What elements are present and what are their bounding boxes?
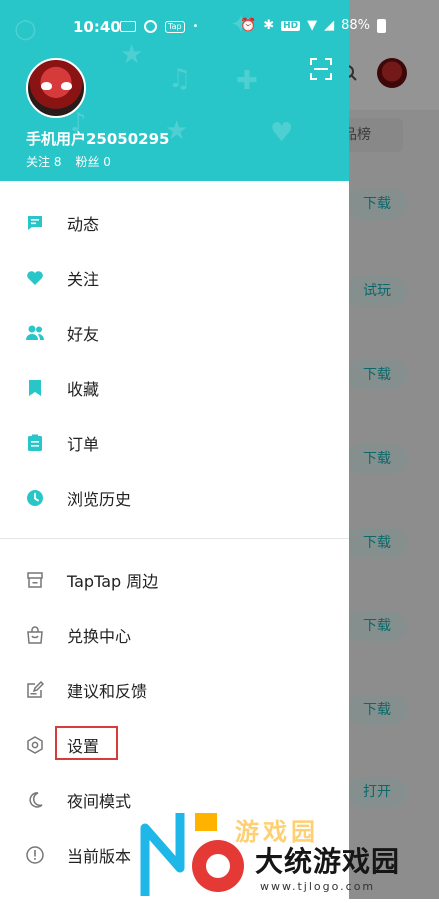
clipboard-icon xyxy=(25,433,45,453)
following-count[interactable]: 关注 8 xyxy=(26,153,61,170)
menu-item-label: 动态 xyxy=(67,214,100,234)
status-bar: 10:40 Tap • ⏰ ✱ HD ▼ ◢ 88% xyxy=(0,0,439,56)
menu-divider xyxy=(0,538,349,539)
menu-item-feed[interactable]: 动态 xyxy=(0,195,349,250)
menu-item-redeem[interactable]: 兑换中心 xyxy=(0,607,349,662)
status-left-icons: Tap • xyxy=(120,20,198,33)
info-icon xyxy=(25,845,45,865)
moon-icon xyxy=(25,790,45,810)
heart-icon xyxy=(25,268,45,288)
menu-item-settings[interactable]: 设置 xyxy=(0,717,349,772)
store-icon xyxy=(25,570,45,590)
bookmark-icon xyxy=(25,378,45,398)
status-right-icons: ⏰ ✱ HD ▼ ◢ 88% xyxy=(240,18,387,33)
menu-item-orders[interactable]: 订单 xyxy=(0,415,349,470)
menu-item-label: 当前版本 xyxy=(67,846,132,866)
menu-item-history[interactable]: 浏览历史 xyxy=(0,470,349,525)
menu-item-label: 关注 xyxy=(67,269,100,289)
avatar-eye xyxy=(61,82,72,90)
dot-icon: • xyxy=(192,21,199,32)
battery-icon xyxy=(377,18,387,33)
clock-icon xyxy=(25,488,45,508)
menu-item-label: 收藏 xyxy=(67,379,100,399)
bluetooth-icon: ✱ xyxy=(263,18,275,33)
menu-item-label: 建议和反馈 xyxy=(67,681,148,701)
menu-item-favorites[interactable]: 收藏 xyxy=(0,360,349,415)
decor-heart-icon: ♥ xyxy=(270,118,294,148)
menu-item-label: 浏览历史 xyxy=(67,489,132,509)
menu-item-merch[interactable]: TapTap 周边 xyxy=(0,552,349,607)
settings-icon xyxy=(25,735,45,755)
hd-badge: HD xyxy=(281,20,301,31)
battery-percent: 88% xyxy=(341,18,371,33)
menu-item-label: 订单 xyxy=(67,434,100,454)
menu-item-following[interactable]: 关注 xyxy=(0,250,349,305)
watermark: 游戏园 大统游戏园 www.tjlogo.com xyxy=(140,808,439,899)
alarm-icon: ⏰ xyxy=(240,18,257,33)
user-stats: 关注 8 粉丝 0 xyxy=(26,153,111,170)
decor-note-icon: ♫ xyxy=(168,64,192,94)
navigation-drawer: ○ ★ ♫ ✚ ♪ ★ ♥ ✦ 手机用户25050295 关注 8 粉丝 0 动… xyxy=(0,0,349,899)
message-icon xyxy=(25,213,45,233)
fans-count[interactable]: 粉丝 0 xyxy=(75,153,110,170)
menu-item-label: TapTap 周边 xyxy=(67,571,159,591)
wifi-icon: ▼ xyxy=(307,18,318,33)
watermark-text: 大统游戏园 xyxy=(255,845,401,878)
friends-icon xyxy=(25,323,45,343)
tap-badge: Tap xyxy=(165,20,185,33)
signal-icon: ◢ xyxy=(324,18,335,33)
menu-item-friends[interactable]: 好友 xyxy=(0,305,349,360)
watermark-logo xyxy=(140,813,244,896)
avatar[interactable] xyxy=(26,58,86,118)
settings-highlight-box xyxy=(55,726,118,760)
avatar-eye xyxy=(41,82,52,90)
menu-item-feedback[interactable]: 建议和反馈 xyxy=(0,662,349,717)
menu-item-label: 兑换中心 xyxy=(67,626,132,646)
watermark-url: www.tjlogo.com xyxy=(260,880,376,893)
menu-item-label: 好友 xyxy=(67,324,100,344)
menu-item-label: 夜间模式 xyxy=(67,791,132,811)
record-icon xyxy=(144,20,157,33)
bag-icon xyxy=(25,625,45,645)
scan-icon[interactable] xyxy=(310,58,332,80)
status-time: 10:40 xyxy=(73,18,121,36)
notification-icon xyxy=(120,21,136,32)
decor-gamepad-icon: ✚ xyxy=(236,66,258,96)
user-name[interactable]: 手机用户25050295 xyxy=(26,128,170,149)
edit-icon xyxy=(25,680,45,700)
